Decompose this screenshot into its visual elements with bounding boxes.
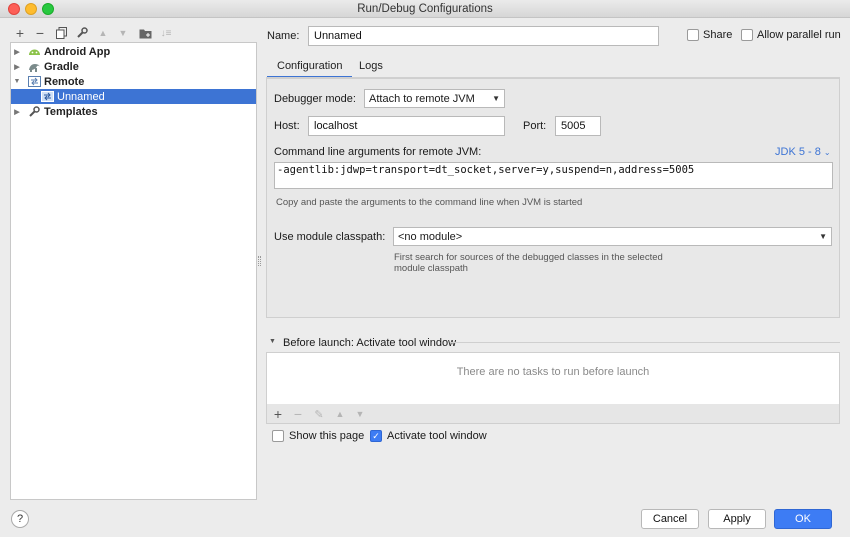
expand-arrow-icon[interactable]: ▶ bbox=[12, 48, 22, 56]
tree-item-label: Remote bbox=[44, 75, 85, 88]
tree-item-label: Templates bbox=[44, 105, 98, 118]
tree-item-label: Android App bbox=[44, 45, 111, 58]
copy-icon[interactable] bbox=[53, 25, 69, 41]
remove-task-icon[interactable]: − bbox=[290, 406, 306, 422]
cmd-args-label: Command line arguments for remote JVM: bbox=[274, 146, 482, 158]
host-label: Host: bbox=[274, 120, 300, 132]
edit-task-icon[interactable]: ✎ bbox=[311, 406, 327, 422]
debugger-mode-value: Attach to remote JVM bbox=[369, 92, 475, 105]
tree-item-unnamed[interactable]: Unnamed bbox=[11, 89, 256, 104]
debugger-mode-label: Debugger mode: bbox=[274, 93, 356, 105]
debugger-mode-dropdown[interactable]: Attach to remote JVM ▼ bbox=[364, 89, 505, 108]
cmd-args-hint: Copy and paste the arguments to the comm… bbox=[276, 197, 583, 208]
module-hint-line2: module classpath bbox=[394, 263, 468, 274]
tree-item-templates[interactable]: ▶ Templates bbox=[11, 104, 256, 119]
plus-icon[interactable]: + bbox=[12, 25, 28, 41]
section-divider bbox=[450, 342, 840, 343]
tab-logs[interactable]: Logs bbox=[349, 56, 393, 78]
before-launch-task-list[interactable] bbox=[266, 352, 840, 405]
empty-tasks-text: There are no tasks to run before launch bbox=[456, 366, 650, 378]
module-hint-line1: First search for sources of the debugged… bbox=[394, 252, 663, 263]
name-field[interactable]: Unnamed bbox=[308, 26, 659, 46]
module-classpath-dropdown[interactable]: <no module> ▼ bbox=[393, 227, 832, 246]
remote-icon bbox=[27, 76, 41, 88]
wrench-icon bbox=[27, 105, 41, 118]
share-label: Share bbox=[703, 29, 733, 41]
share-checkbox[interactable] bbox=[687, 29, 699, 41]
tree-item-remote[interactable]: ▼ Remote bbox=[11, 74, 256, 89]
activate-tool-window-label: Activate tool window bbox=[387, 430, 487, 442]
name-label: Name: bbox=[267, 30, 300, 42]
chevron-down-icon: ▼ bbox=[819, 232, 827, 241]
port-label: Port: bbox=[523, 120, 547, 132]
apply-button[interactable]: Apply bbox=[708, 509, 766, 529]
move-task-down-icon[interactable]: ▼ bbox=[352, 406, 368, 422]
move-task-up-icon[interactable]: ▲ bbox=[332, 406, 348, 422]
sort-icon[interactable]: ↓≡ bbox=[158, 25, 174, 41]
show-this-page-label: Show this page bbox=[289, 430, 365, 442]
ok-button[interactable]: OK bbox=[774, 509, 832, 529]
collapse-arrow-icon[interactable]: ▼ bbox=[12, 78, 22, 85]
expand-arrow-icon[interactable]: ▶ bbox=[12, 108, 22, 116]
window-title: Run/Debug Configurations bbox=[357, 3, 493, 15]
before-launch-header: Before launch: Activate tool window bbox=[283, 337, 457, 349]
cancel-button[interactable]: Cancel bbox=[641, 509, 699, 529]
collapse-arrow-icon[interactable]: ▼ bbox=[269, 338, 276, 345]
folder-icon[interactable] bbox=[137, 25, 153, 41]
cmd-args-field[interactable]: -agentlib:jdwp=transport=dt_socket,serve… bbox=[274, 162, 833, 189]
host-field[interactable]: localhost bbox=[308, 116, 505, 136]
jdk-version-link[interactable]: JDK 5 - 8 ⌄ bbox=[775, 146, 831, 158]
move-down-icon[interactable]: ▼ bbox=[115, 25, 131, 41]
tree-item-label: Gradle bbox=[44, 60, 79, 73]
remote-config-icon bbox=[40, 91, 54, 103]
tree-item-gradle[interactable]: ▶ Gradle bbox=[11, 59, 256, 74]
minus-icon[interactable]: − bbox=[32, 25, 48, 41]
tree-item-label: Unnamed bbox=[57, 90, 105, 103]
chevron-down-icon: ▼ bbox=[492, 94, 500, 103]
chevron-down-icon: ⌄ bbox=[823, 147, 831, 157]
wrench-icon[interactable] bbox=[74, 25, 90, 41]
tab-configuration[interactable]: Configuration bbox=[267, 56, 353, 78]
help-button[interactable]: ? bbox=[11, 510, 29, 528]
expand-arrow-icon[interactable]: ▶ bbox=[12, 63, 22, 71]
add-task-icon[interactable]: + bbox=[270, 406, 286, 422]
module-classpath-value: <no module> bbox=[398, 230, 463, 243]
port-field[interactable]: 5005 bbox=[555, 116, 601, 136]
gradle-icon bbox=[27, 61, 41, 73]
activate-tool-window-checkbox[interactable]: ✓ bbox=[370, 430, 382, 442]
allow-parallel-run-checkbox[interactable] bbox=[741, 29, 753, 41]
move-up-icon[interactable]: ▲ bbox=[95, 25, 111, 41]
jdk-version-label: JDK 5 - 8 bbox=[775, 146, 821, 158]
android-icon bbox=[27, 46, 41, 58]
module-classpath-label: Use module classpath: bbox=[274, 231, 386, 243]
configuration-tree[interactable]: ▶ Android App ▶ Gradle ▼ Remote Unnamed … bbox=[10, 42, 257, 500]
splitter-handle[interactable] bbox=[258, 256, 261, 266]
show-this-page-checkbox[interactable] bbox=[272, 430, 284, 442]
tree-item-android-app[interactable]: ▶ Android App bbox=[11, 44, 256, 59]
allow-parallel-run-label: Allow parallel run bbox=[757, 29, 841, 41]
